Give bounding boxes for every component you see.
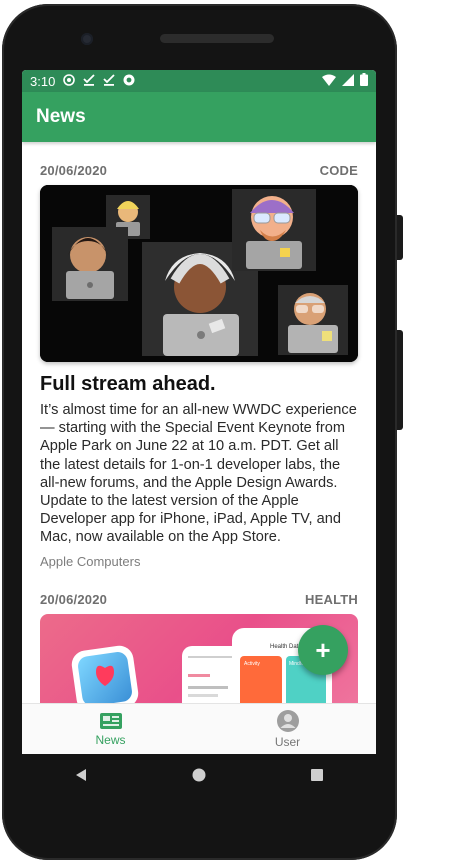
- news-icon: [99, 712, 122, 733]
- card-meta: 20/06/2020 CODE: [40, 163, 358, 178]
- article-category: CODE: [319, 163, 358, 178]
- battery-icon: [360, 73, 368, 89]
- nav-item-news[interactable]: News: [22, 704, 199, 754]
- article-source: Apple Computers: [40, 553, 141, 569]
- home-icon[interactable]: [192, 768, 206, 787]
- wifi-icon: [322, 74, 336, 89]
- nav-label-user: User: [274, 734, 301, 749]
- activity-label: Activity: [244, 661, 260, 667]
- article-title: Full stream ahead.: [40, 373, 216, 395]
- bottom-navigation: News User: [22, 703, 376, 754]
- article-body: It’s almost time for an all-new WWDC exp…: [40, 402, 357, 546]
- check-download-icon: [83, 73, 95, 89]
- signal-icon: [342, 73, 354, 89]
- app-bar-title: News: [36, 106, 86, 127]
- add-article-button[interactable]: +: [298, 625, 348, 675]
- volume-button[interactable]: [397, 330, 403, 430]
- at-sign-icon: [63, 73, 76, 89]
- recents-icon[interactable]: [310, 768, 324, 787]
- nav-label-news: News: [95, 732, 126, 747]
- article-date: 20/06/2020: [40, 591, 108, 607]
- power-button[interactable]: [397, 215, 403, 260]
- article-category: HEALTH: [305, 591, 358, 607]
- system-navigation: [22, 754, 376, 800]
- article-date: 20/06/2020: [40, 163, 108, 178]
- app-screen: 3:10 News 20/06/2020 CODE Full stream ah…: [22, 70, 376, 754]
- chrome-icon: [123, 74, 135, 89]
- nav-item-user[interactable]: User: [199, 704, 376, 754]
- check-download-icon: [103, 73, 115, 89]
- memoji-illustration: [40, 185, 358, 362]
- back-icon[interactable]: [74, 768, 88, 787]
- news-card[interactable]: 20/06/2020 CODE Full stream ahead. It’s …: [22, 163, 376, 569]
- speaker-grille: [160, 34, 274, 43]
- app-bar: News: [22, 92, 376, 142]
- status-bar: 3:10: [22, 70, 376, 92]
- front-camera: [81, 33, 93, 45]
- news-feed[interactable]: 20/06/2020 CODE Full stream ahead. It’s …: [22, 142, 376, 704]
- user-icon: [276, 709, 299, 735]
- article-image-wwdc[interactable]: [40, 185, 358, 362]
- card-meta: 20/06/2020 HEALTH: [40, 592, 358, 607]
- status-time: 3:10: [30, 73, 56, 89]
